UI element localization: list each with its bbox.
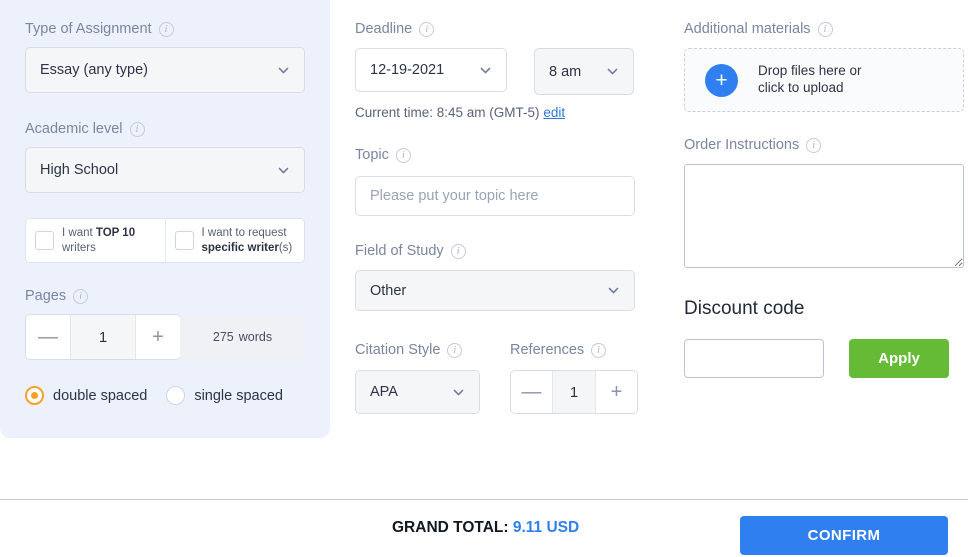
deadline-time-select[interactable]: 8 am [534, 48, 634, 95]
type-of-assignment-label-text: Type of Assignment [25, 21, 152, 38]
info-icon[interactable]: i [158, 22, 174, 37]
chevron-down-icon [479, 64, 492, 77]
field-of-study-label: Field of Study i [355, 244, 466, 259]
specific-writer-label: I want to request specific writer(s) [202, 226, 296, 254]
top-10-writers-suffix: writers [62, 241, 96, 254]
double-spaced-radio[interactable] [25, 386, 44, 405]
type-of-assignment-select[interactable]: Essay (any type) [25, 47, 305, 93]
specific-writer-option[interactable]: I want to request specific writer(s) [164, 219, 305, 262]
topic-label-text: Topic [355, 147, 389, 164]
pages-label-text: Pages [25, 288, 67, 305]
info-icon[interactable]: i [806, 138, 822, 153]
info-icon[interactable]: i [419, 22, 435, 37]
pages-stepper: — 1 + [25, 314, 181, 360]
pages-value[interactable]: 1 [70, 315, 136, 359]
pages-increment-button[interactable]: + [136, 315, 180, 359]
info-icon[interactable]: i [73, 289, 89, 304]
references-value[interactable]: 1 [552, 371, 596, 413]
chevron-down-icon [452, 386, 465, 399]
specific-writer-strong: specific writer [201, 241, 279, 254]
grand-total-amount: 9.11 USD [512, 519, 580, 536]
citation-style-label: Citation Style i [355, 342, 463, 359]
writer-preference-options: I want TOP 10 writers I want to request … [25, 218, 305, 263]
references-stepper: — 1 + [510, 370, 638, 414]
file-upload-dropzone[interactable]: + Drop files here or click to upload [684, 48, 964, 112]
words-count-label: words [238, 330, 273, 344]
chevron-down-icon [607, 284, 620, 297]
specific-writer-checkbox[interactable] [174, 231, 194, 250]
top-10-writers-prefix: I want [62, 227, 96, 240]
words-count-value: 275 [212, 330, 234, 344]
apply-discount-button[interactable]: Apply [849, 339, 949, 378]
double-spaced-label[interactable]: double spaced [53, 388, 147, 404]
info-icon[interactable]: i [395, 148, 411, 163]
references-increment-button[interactable]: + [596, 371, 637, 413]
top-10-writers-label: I want TOP 10 writers [62, 226, 156, 254]
deadline-label: Deadline i [355, 21, 435, 38]
additional-materials-label-text: Additional materials [684, 21, 811, 38]
academic-level-select[interactable]: High School [25, 147, 305, 193]
single-spaced-label[interactable]: single spaced [194, 388, 283, 404]
grand-total: GRAND TOTAL: 9.11 USD [392, 519, 579, 537]
discount-code-title: Discount code [684, 298, 805, 319]
current-time-text: Current time: 8:45 am (GMT-5) [355, 105, 540, 120]
current-time-row: Current time: 8:45 am (GMT-5) edit [355, 105, 565, 120]
discount-code-input[interactable] [684, 339, 824, 378]
specific-writer-suffix: (s) [278, 241, 293, 254]
citation-style-select[interactable]: APA [355, 370, 480, 414]
specific-writer-prefix: I want to request [201, 227, 287, 240]
academic-level-value: High School [40, 162, 119, 178]
grand-total-label: GRAND TOTAL: [392, 519, 509, 536]
chevron-down-icon [606, 65, 619, 78]
order-instructions-label-text: Order Instructions [684, 137, 800, 154]
plus-icon: + [705, 63, 738, 97]
top-10-writers-strong: TOP 10 [95, 227, 136, 240]
field-of-study-label-text: Field of Study [355, 243, 444, 260]
topic-input[interactable] [355, 176, 635, 216]
pages-row: — 1 + 275 words [25, 314, 305, 360]
chevron-down-icon [277, 64, 290, 77]
confirm-button[interactable]: CONFIRM [740, 516, 948, 555]
order-summary-bar: GRAND TOTAL: 9.11 USD CONFIRM [0, 499, 968, 557]
info-icon[interactable]: i [129, 122, 145, 137]
pages-label: Pages i [25, 288, 89, 305]
words-count-display: 275 words [180, 314, 305, 360]
citation-style-label-text: Citation Style [355, 342, 441, 359]
references-label: References i [510, 342, 607, 359]
type-of-assignment-value: Essay (any type) [40, 62, 148, 78]
academic-level-label-text: Academic level [25, 121, 123, 138]
order-instructions-label: Order Instructions i [684, 137, 822, 154]
assignment-options-panel: Type of Assignment i Essay (any type) Ac… [0, 0, 330, 438]
single-spaced-radio[interactable] [166, 386, 186, 405]
deadline-label-text: Deadline [355, 21, 413, 38]
top-10-writers-option[interactable]: I want TOP 10 writers [26, 219, 165, 262]
deadline-date-select[interactable]: 12-19-2021 [355, 48, 507, 92]
topic-label: Topic i [355, 148, 411, 163]
order-instructions-textarea[interactable] [684, 164, 964, 268]
chevron-down-icon [277, 164, 290, 177]
additional-materials-label: Additional materials i [684, 22, 833, 37]
info-icon[interactable]: i [450, 244, 466, 259]
references-label-text: References [510, 342, 585, 359]
pages-decrement-button[interactable]: — [26, 315, 70, 359]
deadline-date-value: 12-19-2021 [370, 62, 445, 78]
field-of-study-value: Other [370, 282, 407, 299]
info-icon[interactable]: i [817, 22, 833, 37]
info-icon[interactable]: i [447, 343, 463, 358]
references-decrement-button[interactable]: — [511, 371, 552, 413]
info-icon[interactable]: i [591, 343, 607, 358]
deadline-time-value: 8 am [549, 63, 582, 80]
upload-instructions-text: Drop files here or click to upload [758, 63, 862, 95]
top-10-writers-checkbox[interactable] [35, 231, 54, 250]
type-of-assignment-label: Type of Assignment i [25, 22, 174, 37]
edit-current-time-link[interactable]: edit [543, 105, 565, 120]
field-of-study-select[interactable]: Other [355, 270, 635, 311]
citation-style-value: APA [370, 384, 398, 400]
spacing-options: double spaced single spaced [25, 386, 302, 405]
academic-level-label: Academic level i [25, 122, 145, 137]
